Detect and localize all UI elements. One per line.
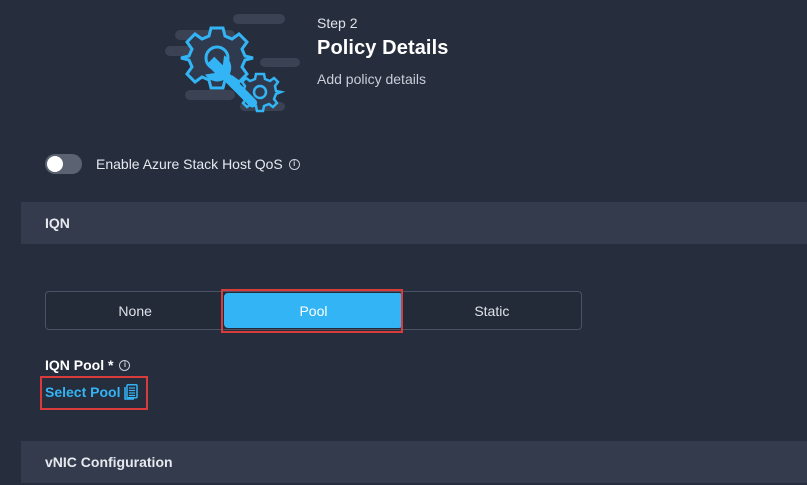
iqn-section-title: IQN [45, 215, 70, 231]
iqn-option-static[interactable]: Static [403, 292, 581, 329]
policy-gears-illustration [165, 8, 305, 116]
step-label: Step 2 [317, 15, 358, 31]
iqn-pool-label: IQN Pool * i [45, 357, 131, 373]
azure-qos-row: Enable Azure Stack Host QoS i [45, 154, 300, 174]
gear-wrench-icon [165, 14, 300, 113]
vnic-section-title: vNIC Configuration [45, 454, 173, 470]
iqn-type-selector: None Pool Static [45, 291, 582, 330]
toggle-knob [47, 156, 63, 172]
page-title: Policy Details [317, 37, 449, 59]
select-pool-link[interactable]: Select Pool [45, 384, 139, 400]
iqn-option-none[interactable]: None [46, 292, 224, 329]
info-icon[interactable]: i [119, 359, 131, 371]
iqn-pool-label-text: IQN Pool * [45, 357, 114, 373]
iqn-section-header: IQN [21, 202, 807, 244]
azure-qos-label-text: Enable Azure Stack Host QoS [96, 156, 283, 172]
azure-qos-toggle[interactable] [45, 154, 82, 174]
azure-qos-label: Enable Azure Stack Host QoS i [96, 156, 300, 172]
info-icon[interactable]: i [288, 158, 300, 170]
iqn-option-pool[interactable]: Pool [224, 293, 403, 328]
select-pool-text: Select Pool [45, 384, 121, 400]
document-list-icon [124, 384, 139, 400]
page-subtitle: Add policy details [317, 71, 426, 87]
vnic-section-header: vNIC Configuration [21, 441, 807, 483]
